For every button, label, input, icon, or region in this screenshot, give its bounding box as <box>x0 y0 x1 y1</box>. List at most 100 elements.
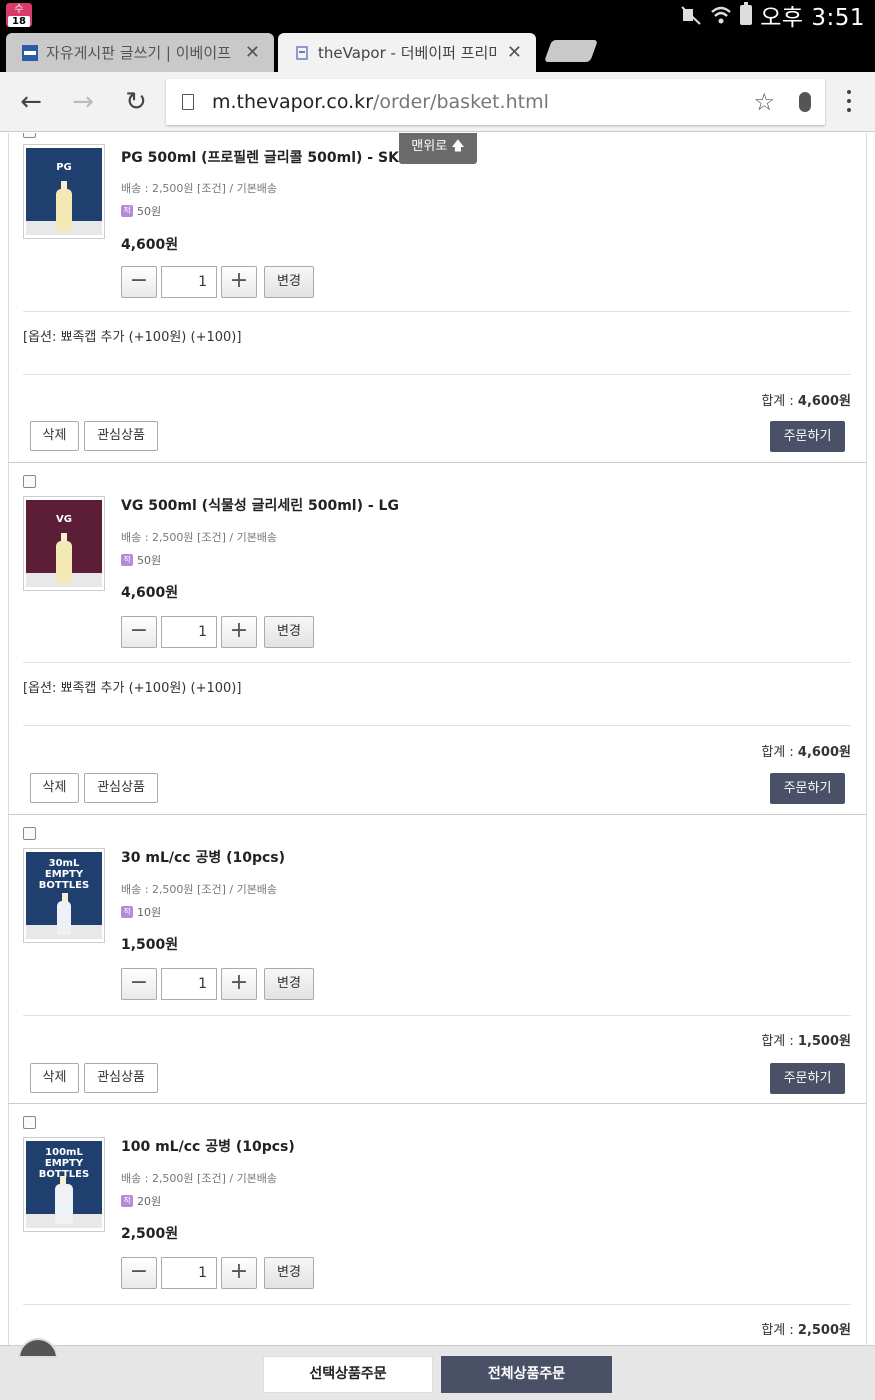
product-name[interactable]: VG 500ml (식물성 글리세린 500ml) - LG <box>121 495 399 515</box>
total-label: 합계 : <box>761 745 798 760</box>
decrease-quantity-button[interactable]: − <box>121 968 157 1000</box>
change-quantity-button[interactable]: 변경 <box>264 968 314 1000</box>
close-tab-icon[interactable]: ✕ <box>507 42 522 63</box>
tab-evape[interactable]: 자유게시판 글쓰기 | 이베이프 - ✕ <box>6 33 274 72</box>
decrease-quantity-button[interactable]: − <box>121 1257 157 1289</box>
increase-quantity-button[interactable]: + <box>221 1257 257 1289</box>
item-total: 합계 : 4,600원 <box>761 741 851 760</box>
order-button[interactable]: 주문하기 <box>770 1063 845 1094</box>
calendar-day: 18 <box>8 16 30 27</box>
thumb-label: VG <box>56 514 72 525</box>
status-icons: 오후 3:51 <box>680 0 865 31</box>
wishlist-button[interactable]: 관심상품 <box>84 1063 158 1093</box>
quantity-stepper: − 1 + 변경 <box>121 616 314 648</box>
change-quantity-button[interactable]: 변경 <box>264 266 314 298</box>
wishlist-button[interactable]: 관심상품 <box>84 773 158 803</box>
shipping-info: 배송 : 2,500원 [조건] / 기본배송 <box>121 1172 278 1185</box>
quantity-input[interactable]: 1 <box>161 616 217 648</box>
bookmark-star-icon[interactable]: ☆ <box>753 88 775 116</box>
delete-button[interactable]: 삭제 <box>30 773 79 803</box>
address-bar[interactable]: m.thevapor.co.kr/order/basket.html ☆ <box>166 79 825 125</box>
forward-arrow-icon[interactable]: → <box>69 88 97 116</box>
points-value: 50원 <box>137 554 162 567</box>
increase-quantity-button[interactable]: + <box>221 266 257 298</box>
bottom-order-bar: 선택상품주문 전체상품주문 <box>0 1338 875 1400</box>
bottle-icon <box>57 893 71 935</box>
decrease-quantity-button[interactable]: − <box>121 266 157 298</box>
quantity-stepper: − 1 + 변경 <box>121 266 314 298</box>
mute-icon <box>681 6 701 25</box>
divider <box>23 1015 851 1016</box>
order-selected-button[interactable]: 선택상품주문 <box>263 1356 433 1393</box>
tab-title: theVapor - 더베이퍼 프리미엄 <box>318 44 497 62</box>
clock: 오후 3:51 <box>760 5 865 31</box>
total-label: 합계 : <box>761 1323 798 1338</box>
item-checkbox[interactable] <box>23 475 36 488</box>
reload-icon[interactable]: ↻ <box>122 88 150 116</box>
basket-item: VG VG 500ml (식물성 글리세린 500ml) - LG 배송 : 2… <box>8 463 867 815</box>
points-value: 20원 <box>137 1195 162 1208</box>
item-option: [옵션: 뾰족캡 추가 (+100원) (+100)] <box>23 681 242 696</box>
delete-button[interactable]: 삭제 <box>30 421 79 451</box>
wishlist-button[interactable]: 관심상품 <box>84 421 158 451</box>
item-total: 합계 : 2,500원 <box>761 1319 851 1338</box>
order-button[interactable]: 주문하기 <box>770 421 845 452</box>
divider <box>23 1304 851 1305</box>
points-value: 50원 <box>137 205 162 218</box>
product-name[interactable]: 100 mL/cc 공병 (10pcs) <box>121 1136 295 1156</box>
quantity-input[interactable]: 1 <box>161 1257 217 1289</box>
delete-button[interactable]: 삭제 <box>30 1063 79 1093</box>
basket-page: PG PG 500ml (프로필렌 글리콜 500ml) - SKC 배송 : … <box>0 133 875 1345</box>
url-text[interactable]: m.thevapor.co.kr/order/basket.html <box>212 91 753 113</box>
change-quantity-button[interactable]: 변경 <box>264 1257 314 1289</box>
product-thumbnail[interactable]: 30mL EMPTY BOTTLES <box>23 848 105 943</box>
url-path: /order/basket.html <box>373 91 549 113</box>
order-button[interactable]: 주문하기 <box>770 773 845 804</box>
total-value: 4,600원 <box>797 745 851 760</box>
product-thumbnail[interactable]: VG <box>23 496 105 591</box>
browser-tab-strip: 자유게시판 글쓰기 | 이베이프 - ✕ theVapor - 더베이퍼 프리미… <box>0 30 875 72</box>
scroll-to-top-button[interactable]: 맨위로 🡅 <box>399 133 477 164</box>
thumb-background: VG <box>26 500 102 587</box>
increase-quantity-button[interactable]: + <box>221 616 257 648</box>
browser-toolbar: ← → ↻ m.thevapor.co.kr/order/basket.html… <box>0 72 875 132</box>
back-arrow-icon[interactable]: ← <box>17 88 45 116</box>
wifi-icon <box>711 6 732 24</box>
calendar-weekday: 수 <box>14 4 24 15</box>
page-favicon-icon <box>296 45 308 60</box>
status-bar: 수 18 오후 3:51 <box>0 0 875 31</box>
overflow-menu-icon[interactable] <box>843 90 855 116</box>
total-label: 합계 : <box>761 394 798 409</box>
page-info-icon <box>182 94 194 110</box>
points-info: 적 50원 <box>121 552 161 568</box>
item-option: [옵션: 뾰족캡 추가 (+100원) (+100)] <box>23 330 242 345</box>
quantity-input[interactable]: 1 <box>161 266 217 298</box>
item-checkbox[interactable] <box>23 1116 36 1129</box>
points-badge-icon: 적 <box>121 1195 133 1207</box>
item-checkbox[interactable] <box>23 133 36 138</box>
shipping-info: 배송 : 2,500원 [조건] / 기본배송 <box>121 883 278 896</box>
divider <box>23 725 851 726</box>
new-tab-button[interactable] <box>543 40 599 62</box>
item-checkbox[interactable] <box>23 827 36 840</box>
quantity-input[interactable]: 1 <box>161 968 217 1000</box>
basket-item: 30mL EMPTY BOTTLES 30 mL/cc 공병 (10pcs) 배… <box>8 815 867 1104</box>
order-all-button[interactable]: 전체상품주문 <box>441 1356 612 1393</box>
points-value: 10원 <box>137 906 162 919</box>
close-tab-icon[interactable]: ✕ <box>245 42 260 63</box>
divider <box>23 311 851 312</box>
tab-thevapor[interactable]: theVapor - 더베이퍼 프리미엄 ✕ <box>278 33 536 72</box>
decrease-quantity-button[interactable]: − <box>121 616 157 648</box>
thumb-background: 30mL EMPTY BOTTLES <box>26 852 102 939</box>
product-name[interactable]: 30 mL/cc 공병 (10pcs) <box>121 847 285 867</box>
change-quantity-button[interactable]: 변경 <box>264 616 314 648</box>
thumb-background: 100mL EMPTY BOTTLES <box>26 1141 102 1228</box>
battery-icon <box>740 2 753 25</box>
product-name[interactable]: PG 500ml (프로필렌 글리콜 500ml) - SKC <box>121 147 409 167</box>
thumb-label: 30mL EMPTY BOTTLES <box>38 858 90 891</box>
microphone-icon[interactable] <box>799 92 811 112</box>
basket-item: PG PG 500ml (프로필렌 글리콜 500ml) - SKC 배송 : … <box>8 133 867 463</box>
product-thumbnail[interactable]: 100mL EMPTY BOTTLES <box>23 1137 105 1232</box>
increase-quantity-button[interactable]: + <box>221 968 257 1000</box>
product-thumbnail[interactable]: PG <box>23 144 105 239</box>
